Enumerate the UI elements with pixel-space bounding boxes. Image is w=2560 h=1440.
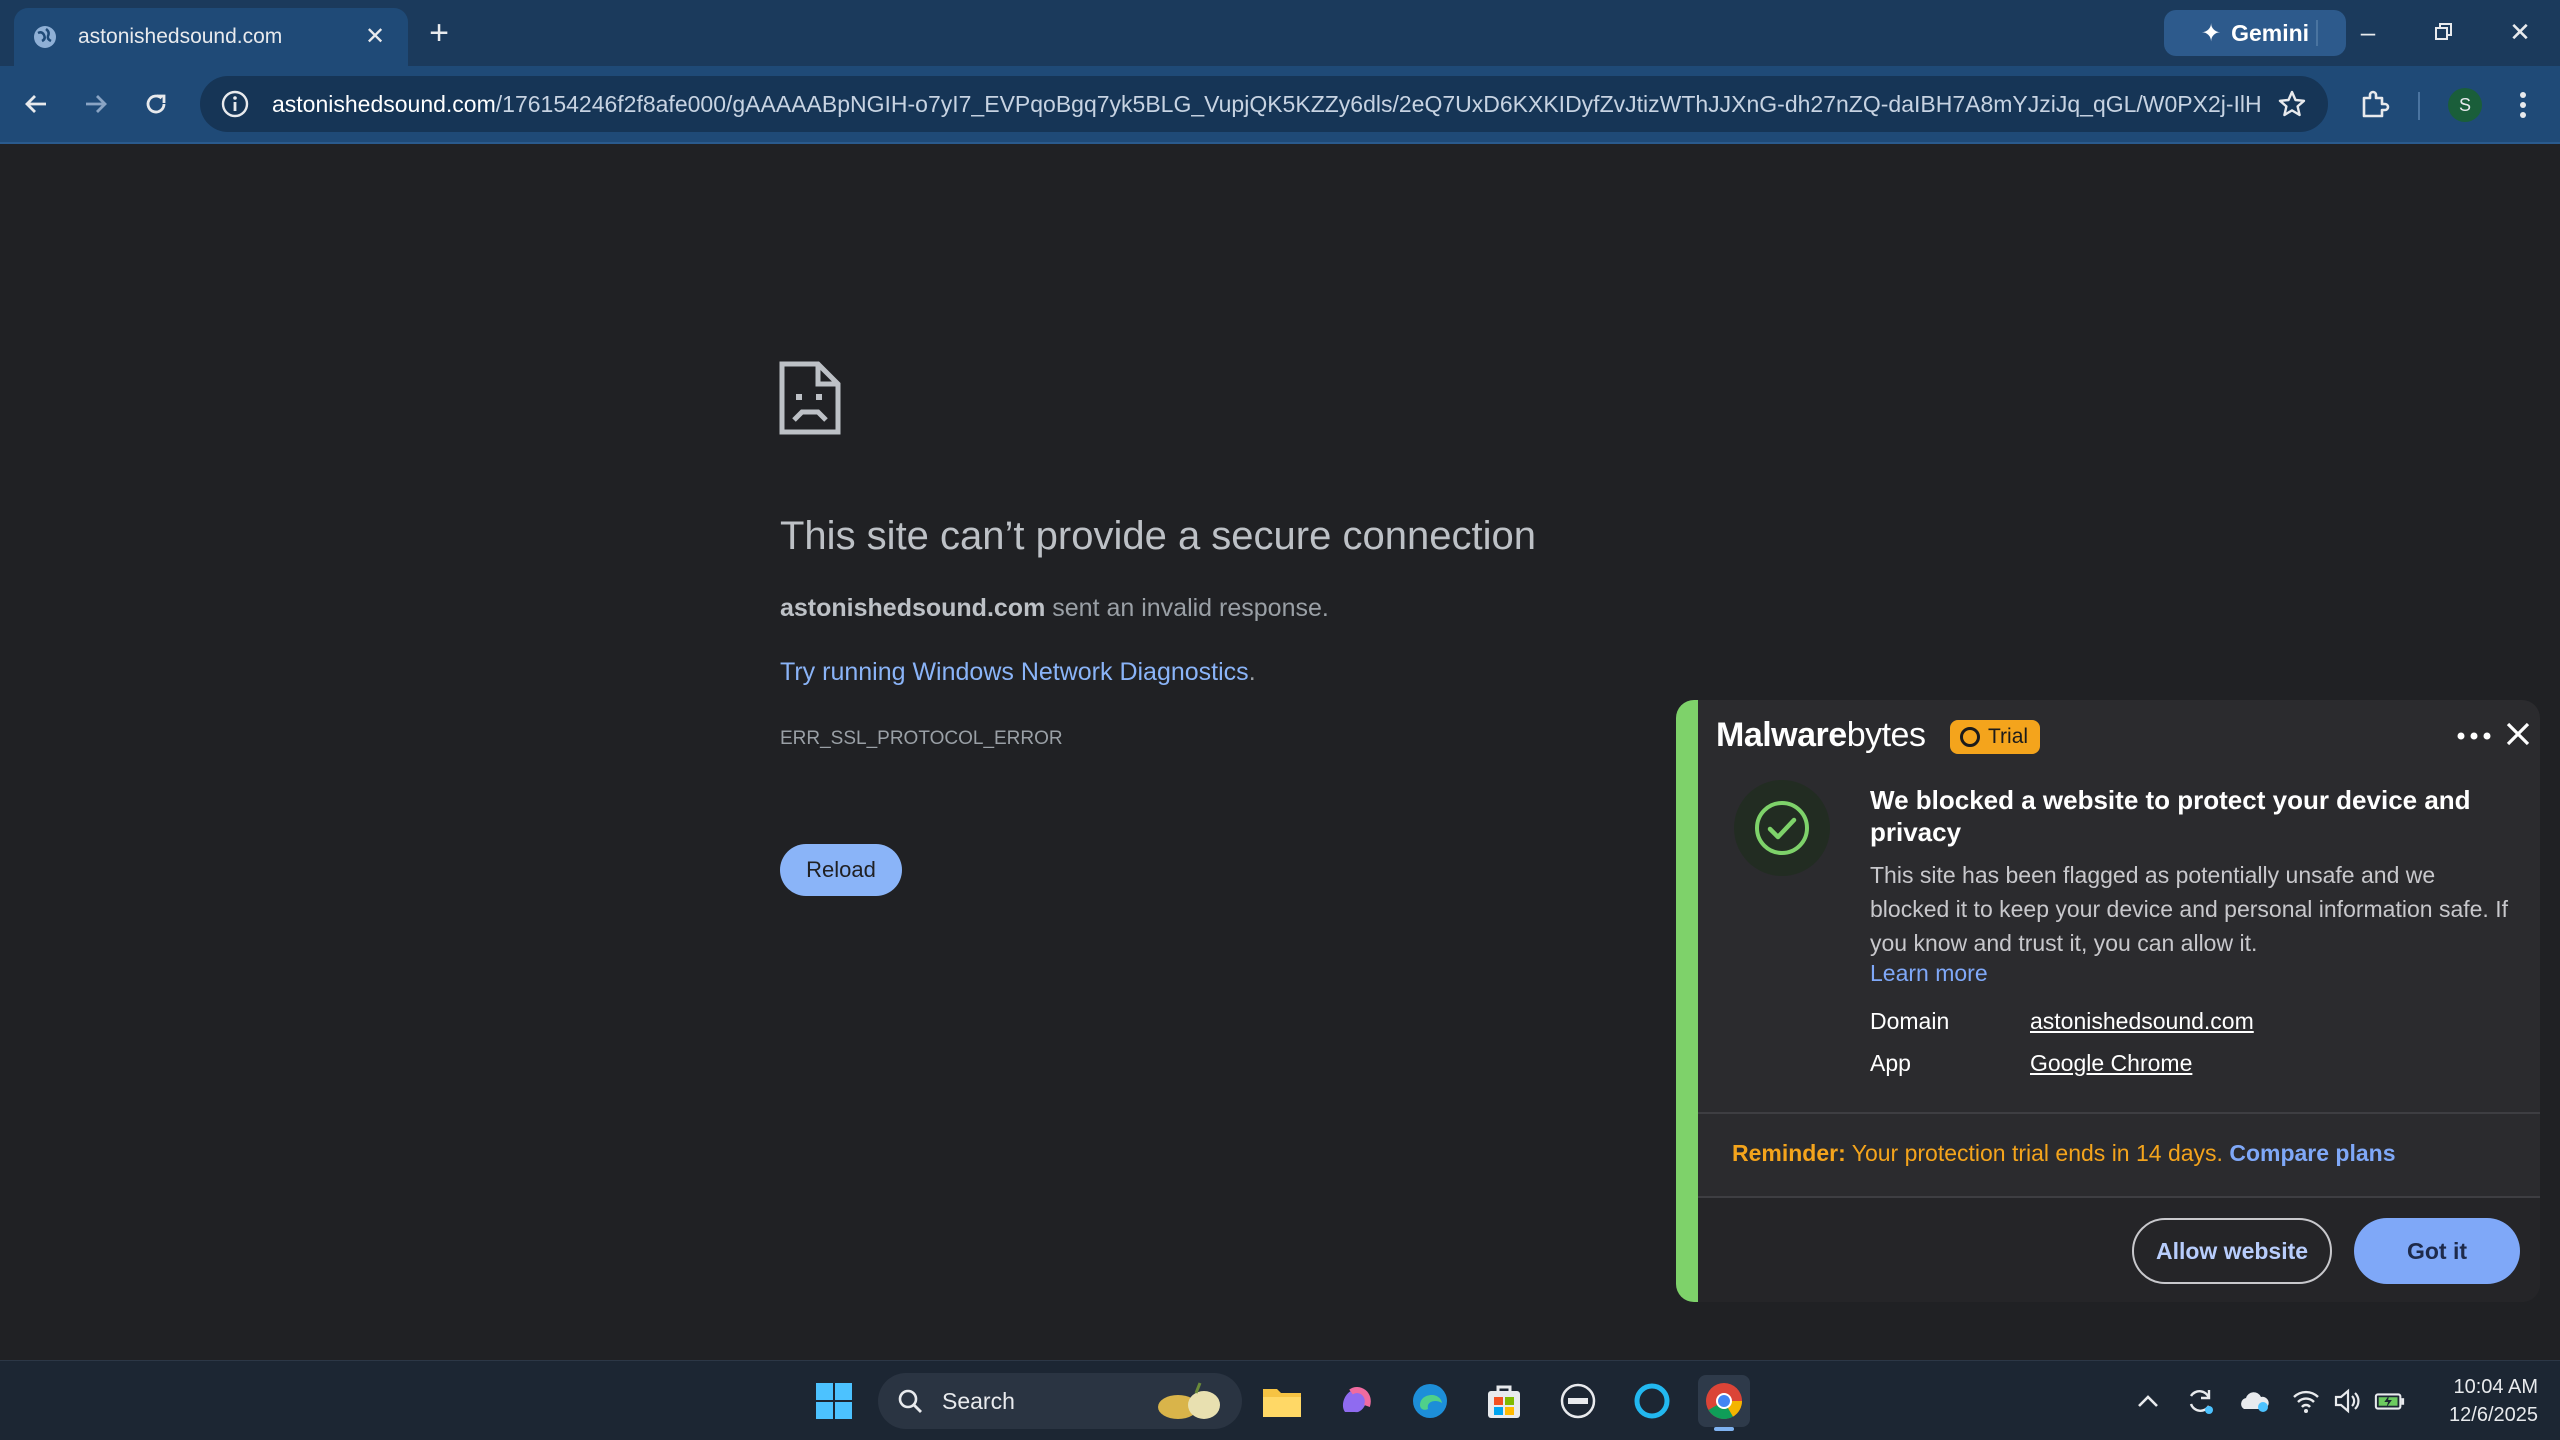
kebab-menu-icon[interactable] (2508, 88, 2538, 122)
search-icon (898, 1389, 922, 1413)
domain-label: Domain (1870, 1008, 1950, 1034)
app-row: App Google Chrome (1870, 1050, 2192, 1077)
check-circle-icon (1755, 801, 1809, 855)
gemini-label: Gemini (2231, 19, 2310, 46)
trial-reminder: Reminder: Your protection trial ends in … (1732, 1140, 2395, 1167)
taskbar: Search 10:04 AM 12/6/2025 (0, 1360, 2560, 1440)
url-text[interactable]: astonishedsound.com/176154246f2f8afe000/… (272, 91, 2260, 118)
dell-icon[interactable] (1552, 1375, 1604, 1427)
tray-overflow-chevron-icon[interactable] (2132, 1385, 2164, 1417)
extensions-puzzle-icon[interactable] (2358, 88, 2392, 122)
domain-row: Domain astonishedsound.com (1870, 1008, 2254, 1035)
error-domain: astonishedsound.com (780, 594, 1046, 622)
popup-close-icon[interactable] (2502, 718, 2534, 750)
globe-icon (34, 26, 56, 48)
active-app-indicator (1714, 1427, 1734, 1431)
malwarebytes-logo: Malwarebytes (1716, 716, 1926, 755)
back-icon[interactable] (12, 80, 60, 128)
gemini-button[interactable]: ✦ Gemini (2164, 10, 2346, 56)
error-code: ERR_SSL_PROTOCOL_ERROR (780, 728, 1063, 749)
chrome-taskbar-icon[interactable] (1698, 1375, 1750, 1431)
forward-icon[interactable] (72, 80, 120, 128)
tab-strip: astonishedsound.com ✕ + ✦ Gemini – ✕ (0, 0, 2560, 66)
compare-plans-link[interactable]: Compare plans (2229, 1140, 2395, 1166)
battery-charging-icon[interactable] (2374, 1385, 2406, 1417)
trial-badge-label: Trial (1988, 725, 2029, 748)
error-description: astonishedsound.com sent an invalid resp… (780, 594, 1329, 623)
browser-toolbar: astonishedsound.com/176154246f2f8afe000/… (0, 66, 2560, 144)
bookmark-star-icon[interactable] (2276, 88, 2308, 120)
sync-icon[interactable] (2184, 1385, 2216, 1417)
edge-browser-icon[interactable] (1404, 1375, 1456, 1427)
network-diagnostics-link[interactable]: Try running Windows Network Diagnostics (780, 658, 1249, 686)
domain-value-link[interactable]: astonishedsound.com (2030, 1008, 2254, 1035)
popup-accent-bar (1676, 700, 1698, 1302)
trial-badge: Trial (1950, 720, 2041, 754)
address-bar[interactable]: astonishedsound.com/176154246f2f8afe000/… (200, 76, 2328, 132)
new-tab-button[interactable]: + (424, 14, 454, 52)
logo-word-bold: Malware (1716, 716, 1847, 754)
shield-check-badge (1734, 780, 1830, 876)
got-it-button[interactable]: Got it (2354, 1218, 2520, 1284)
window-close-icon[interactable]: ✕ (2500, 14, 2540, 50)
tabstrip-separator (2316, 20, 2318, 46)
site-info-icon[interactable] (220, 89, 250, 119)
wifi-icon[interactable] (2290, 1385, 2322, 1417)
volume-icon[interactable] (2332, 1385, 2364, 1417)
popup-body: This site has been flagged as potentiall… (1870, 862, 2508, 956)
toolbar-separator (2418, 92, 2420, 120)
error-suggestion: Try running Windows Network Diagnostics. (780, 658, 1256, 687)
search-highlight-fruit-icon (1158, 1382, 1220, 1419)
reminder-text: Your protection trial ends in 14 days. (1845, 1140, 2230, 1166)
error-title: This site can’t provide a secure connect… (780, 514, 1536, 558)
reload-icon[interactable] (132, 80, 180, 128)
clock-date: 12/6/2025 (2449, 1404, 2538, 1426)
clock-icon (1960, 727, 1980, 747)
reload-button[interactable]: Reload (780, 844, 902, 896)
taskbar-search[interactable]: Search (878, 1373, 1242, 1429)
gemini-sparkle-icon: ✦ (2200, 19, 2222, 47)
error-suggestion-end: . (1248, 658, 1256, 686)
popup-footer: Allow website Got it (1698, 1196, 2540, 1302)
app-value-link[interactable]: Google Chrome (2030, 1050, 2192, 1077)
tab-close-icon[interactable]: ✕ (360, 22, 390, 52)
url-host: astonishedsound.com (272, 90, 496, 117)
popup-divider (1698, 1112, 2540, 1114)
logo-word-light: bytes (1846, 716, 1926, 754)
file-explorer-icon[interactable] (1256, 1375, 1308, 1427)
popup-heading: We blocked a website to protect your dev… (1870, 785, 2471, 847)
minimize-icon[interactable]: – (2348, 14, 2388, 50)
microsoft-store-icon[interactable] (1478, 1375, 1530, 1427)
allow-website-button[interactable]: Allow website (2132, 1218, 2332, 1284)
error-desc-rest: sent an invalid response. (1045, 594, 1329, 622)
tab-title: astonishedsound.com (78, 25, 283, 48)
alexa-icon[interactable] (1626, 1375, 1678, 1427)
restore-icon[interactable] (2424, 14, 2464, 50)
system-clock[interactable]: 10:04 AM 12/6/2025 (2428, 1373, 2538, 1429)
reminder-label: Reminder: (1732, 1140, 1846, 1166)
browser-tab-active[interactable]: astonishedsound.com ✕ (14, 8, 408, 66)
learn-more-link[interactable]: Learn more (1870, 960, 1988, 987)
sad-document-icon (779, 361, 841, 435)
app-label: App (1870, 1050, 1911, 1076)
url-path: /176154246f2f8afe000/gAAAAABpNGIH-o7yI7_… (495, 90, 2260, 117)
copilot-icon[interactable] (1330, 1375, 1382, 1427)
search-label: Search (942, 1387, 1015, 1414)
profile-avatar[interactable]: S (2448, 88, 2482, 122)
clock-time: 10:04 AM (2453, 1376, 2538, 1398)
more-options-icon[interactable] (2454, 726, 2494, 746)
windows-start-icon[interactable] (808, 1375, 860, 1427)
onedrive-icon[interactable] (2238, 1385, 2270, 1417)
malwarebytes-popup: Malwarebytes Trial We blocked a website … (1676, 700, 2540, 1302)
